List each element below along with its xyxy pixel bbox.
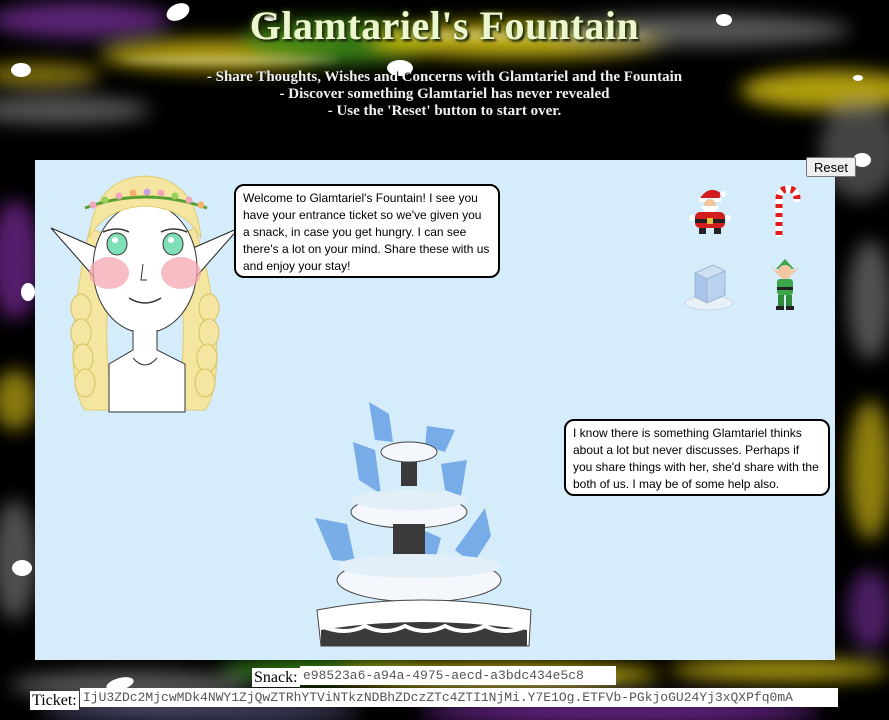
ticket-value: IjU3ZDc2MjcwMDk4NWY1ZjQwZTRhYTViNTkzNDBh…: [80, 688, 838, 707]
elf-icon[interactable]: [768, 259, 802, 311]
glamtariel-portrait: [50, 175, 240, 413]
instruction-list: - Share Thoughts, Wishes and Concerns wi…: [0, 69, 889, 120]
santa-icon[interactable]: [686, 184, 734, 236]
fountain-image: [315, 402, 532, 647]
page-title: Glamtariel's Fountain: [249, 3, 640, 48]
fountain-scene: Welcome to Glamtariel's Fountain! I see …: [35, 160, 835, 660]
snack-value: e98523a6-a94a-4975-aecd-a3bdc434e5c8: [300, 666, 616, 685]
ice-cube-icon[interactable]: [683, 259, 735, 311]
instruction-item: - Discover something Glamtariel has neve…: [279, 86, 610, 102]
ticket-label: Ticket:: [30, 691, 79, 710]
instruction-item: - Share Thoughts, Wishes and Concerns wi…: [206, 69, 683, 85]
snack-label: Snack:: [252, 668, 300, 687]
glamtariel-speech-bubble: Welcome to Glamtariel's Fountain! I see …: [234, 184, 500, 278]
instruction-item: - Use the 'Reset' button to start over.: [327, 103, 562, 119]
fountain-speech-bubble: I know there is something Glamtariel thi…: [564, 419, 830, 496]
candy-cane-icon[interactable]: [769, 185, 803, 237]
ticket-area: Snack: e98523a6-a94a-4975-aecd-a3bdc434e…: [0, 660, 889, 720]
reset-button[interactable]: Reset: [806, 157, 856, 177]
